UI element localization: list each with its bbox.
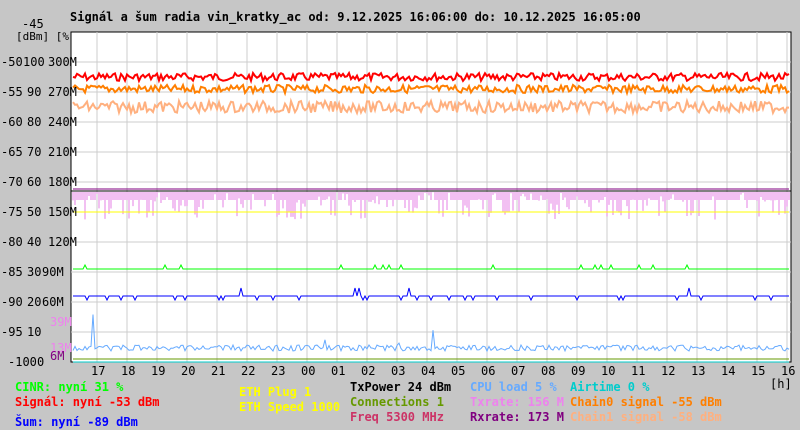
legend-freq: Freq 5300 MHz (350, 410, 444, 424)
y-tick-pct: 10 (27, 325, 42, 339)
legend-eth-speed: ETH Speed 1000 (239, 400, 341, 414)
y-tick-rate: 270M (48, 85, 77, 99)
legend-chain1: Chain1 signal -58 dBm (570, 410, 722, 424)
x-tick: 19 (151, 364, 166, 378)
y-tick-pct: 20 (27, 295, 42, 309)
legend-connections: Connections 1 (350, 395, 444, 409)
y-tick-dbm: -60 (1, 115, 23, 129)
y-tick-pct: 60 (27, 175, 42, 189)
y-tick-rate: 150M (48, 205, 77, 219)
y-tick-rate: 60M (42, 295, 64, 309)
legend-txpower: TxPower 24 dBm (350, 380, 452, 394)
y-tick-dbm: -70 (1, 175, 23, 189)
x-tick: 07 (511, 364, 526, 378)
x-tick: 08 (541, 364, 556, 378)
x-tick: 21 (211, 364, 226, 378)
y-tick-dbm: -55 (1, 85, 23, 99)
x-tick: 02 (361, 364, 376, 378)
y-tick-dbm: -90 (1, 295, 23, 309)
y-tick-pct: 80 (27, 115, 42, 129)
legend-signal: Signál: nyní -53 dBm (15, 395, 160, 409)
y-tick-pct: 30 (27, 265, 42, 279)
y-tick-pct: 100 (23, 55, 45, 69)
y-tick-pct: 0 (37, 355, 45, 369)
x-tick: 09 (571, 364, 586, 378)
x-tick: 12 (661, 364, 676, 378)
y-tick-dbm: -75 (1, 205, 23, 219)
x-tick: 01 (331, 364, 346, 378)
y-tick-rate: 300M (48, 55, 77, 69)
y-tick-pct: 50 (27, 205, 42, 219)
y-tick-dbm: -100 (8, 355, 37, 369)
x-tick: 10 (601, 364, 616, 378)
y-tick-rate: 210M (48, 145, 77, 159)
legend-rxrate: Rxrate: 173 M (470, 410, 564, 424)
legend-cinr: CINR: nyní 31 % (15, 380, 124, 394)
y-tick-dbm: -95 (1, 325, 23, 339)
x-tick: 16 (781, 364, 796, 378)
x-tick: 22 (241, 364, 256, 378)
x-tick: 00 (301, 364, 316, 378)
legend-airtime: Airtime 0 % (570, 380, 650, 394)
y-tick-pct: 40 (27, 235, 42, 249)
x-tick: 05 (451, 364, 466, 378)
x-tick: 15 (751, 364, 766, 378)
y-tick-pct: 70 (27, 145, 42, 159)
x-tick: 11 (631, 364, 646, 378)
x-tick: 06 (481, 364, 496, 378)
y-tick-dbm: -50 (1, 55, 23, 69)
legend-txrate: Txrate: 156 M (470, 395, 564, 409)
y-tick-dbm: -80 (1, 235, 23, 249)
x-tick: 04 (421, 364, 436, 378)
x-tick: 14 (721, 364, 736, 378)
x-tick: 18 (121, 364, 136, 378)
y-tick-dbm: -45 (22, 17, 44, 31)
x-tick: 03 (391, 364, 406, 378)
y-tick-rate: 240M (48, 115, 77, 129)
legend-noise: Šum: nyní -89 dBm (15, 415, 138, 429)
y-tick-dbm: -85 (1, 265, 23, 279)
rate-label-6m: 6M (50, 349, 65, 363)
x-tick: 17 (91, 364, 106, 378)
chart: Signál a šum radia vin_kratky_ac od: 9.1… (0, 0, 800, 430)
x-tick: 13 (691, 364, 706, 378)
y-tick-rate: 90M (42, 265, 64, 279)
legend-eth-plug: ETH Plug 1 (239, 385, 312, 399)
y-tick-rate: 180M (48, 175, 77, 189)
rate-label-39m: 39M (50, 315, 72, 329)
x-tick: 20 (181, 364, 196, 378)
x-tick: 23 (271, 364, 286, 378)
y-tick-dbm: -65 (1, 145, 23, 159)
y-tick-rate: 120M (48, 235, 77, 249)
y-tick-pct: 90 (27, 85, 42, 99)
legend-cpu: CPU load 5 % (470, 380, 557, 394)
legend-chain0: Chain0 signal -55 dBm (570, 395, 722, 409)
